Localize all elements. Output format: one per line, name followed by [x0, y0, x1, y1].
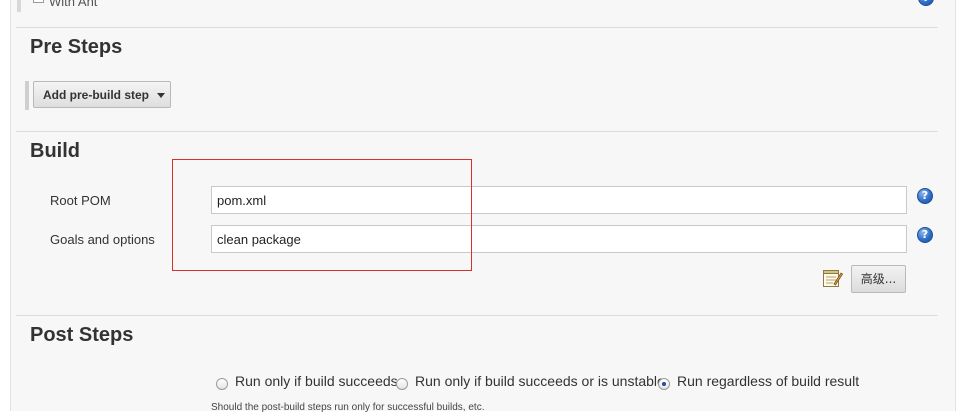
section-divider — [16, 315, 938, 316]
radio-run-if-succeeds-label[interactable]: Run only if build succeeds — [235, 373, 398, 389]
section-divider — [16, 27, 938, 28]
add-pre-build-step-wrapper: Add pre-build step — [25, 81, 176, 110]
with-ant-checkbox[interactable] — [33, 0, 44, 3]
section-gutter — [17, 0, 21, 12]
radio-run-if-succeeds[interactable] — [216, 378, 228, 390]
add-pre-build-step-button[interactable]: Add pre-build step — [33, 81, 171, 108]
notepad-icon[interactable] — [822, 268, 843, 288]
add-pre-build-step-label: Add pre-build step — [43, 88, 149, 102]
post-steps-title: Post Steps — [30, 324, 134, 346]
section-divider — [16, 131, 938, 132]
root-pom-input[interactable] — [211, 186, 907, 214]
pre-steps-title: Pre Steps — [30, 36, 123, 58]
build-title: Build — [30, 140, 80, 162]
radio-run-if-succeeds-or-unstable[interactable] — [396, 378, 408, 390]
root-pom-label: Root POM — [50, 193, 111, 208]
with-ant-label: With Ant — [49, 0, 98, 9]
dropdown-caret-icon — [157, 93, 165, 99]
goals-label: Goals and options — [50, 232, 155, 247]
advanced-button[interactable]: 高级... — [851, 265, 906, 293]
radio-run-regardless-label[interactable]: Run regardless of build result — [677, 373, 859, 389]
goals-input[interactable] — [211, 225, 907, 253]
post-steps-hint: Should the post-build steps run only for… — [211, 402, 485, 413]
radio-run-regardless[interactable] — [658, 378, 670, 390]
goals-help-icon[interactable]: ? — [917, 227, 933, 243]
root-pom-help-icon[interactable]: ? — [917, 188, 933, 204]
radio-run-if-succeeds-or-unstable-label[interactable]: Run only if build succeeds or is unstabl… — [415, 373, 665, 389]
